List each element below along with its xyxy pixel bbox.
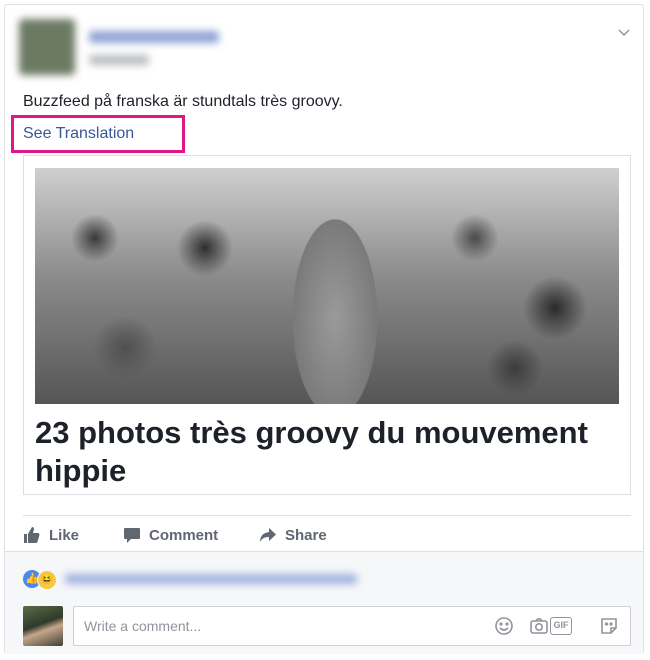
comment-label: Comment	[149, 526, 219, 544]
smiley-icon[interactable]	[494, 616, 514, 636]
gif-icon[interactable]: GIF	[550, 617, 572, 635]
comment-placeholder: Write a comment...	[84, 618, 202, 634]
comment-input[interactable]: Write a comment... GIF	[73, 606, 631, 646]
comment-button[interactable]: Comment	[123, 526, 218, 544]
chevron-down-icon[interactable]	[617, 25, 631, 39]
see-translation-link[interactable]: See Translation	[23, 125, 134, 143]
link-preview-image[interactable]	[35, 168, 619, 404]
haha-reaction-icon[interactable]: 😆	[37, 570, 57, 590]
link-preview-card[interactable]: 23 photos très groovy du mouvement hippi…	[23, 155, 631, 495]
author-avatar[interactable]	[19, 19, 75, 75]
comments-section: 👍 😆 Write a comment... GIF	[5, 551, 643, 654]
share-arrow-icon	[260, 528, 276, 542]
reactors-names-redacted[interactable]	[65, 574, 357, 584]
current-user-avatar[interactable]	[23, 606, 63, 646]
share-label: Share	[285, 526, 327, 544]
facebook-post: Buzzfeed på franska är stundtals très gr…	[4, 4, 644, 654]
share-button[interactable]: Share	[259, 526, 327, 544]
camera-icon[interactable]	[529, 616, 549, 636]
speech-bubble-icon	[124, 528, 140, 543]
like-button[interactable]: Like	[23, 526, 79, 544]
post-timestamp-redacted	[89, 55, 149, 65]
author-name-redacted[interactable]	[89, 31, 219, 43]
post-text: Buzzfeed på franska är stundtals très gr…	[23, 93, 343, 110]
sticker-icon[interactable]	[599, 616, 619, 636]
link-preview-title[interactable]: 23 photos très groovy du mouvement hippi…	[35, 414, 619, 490]
post-actions-bar: Like Comment Share	[23, 515, 631, 555]
thumbs-up-icon	[24, 527, 40, 543]
like-label: Like	[49, 526, 80, 544]
